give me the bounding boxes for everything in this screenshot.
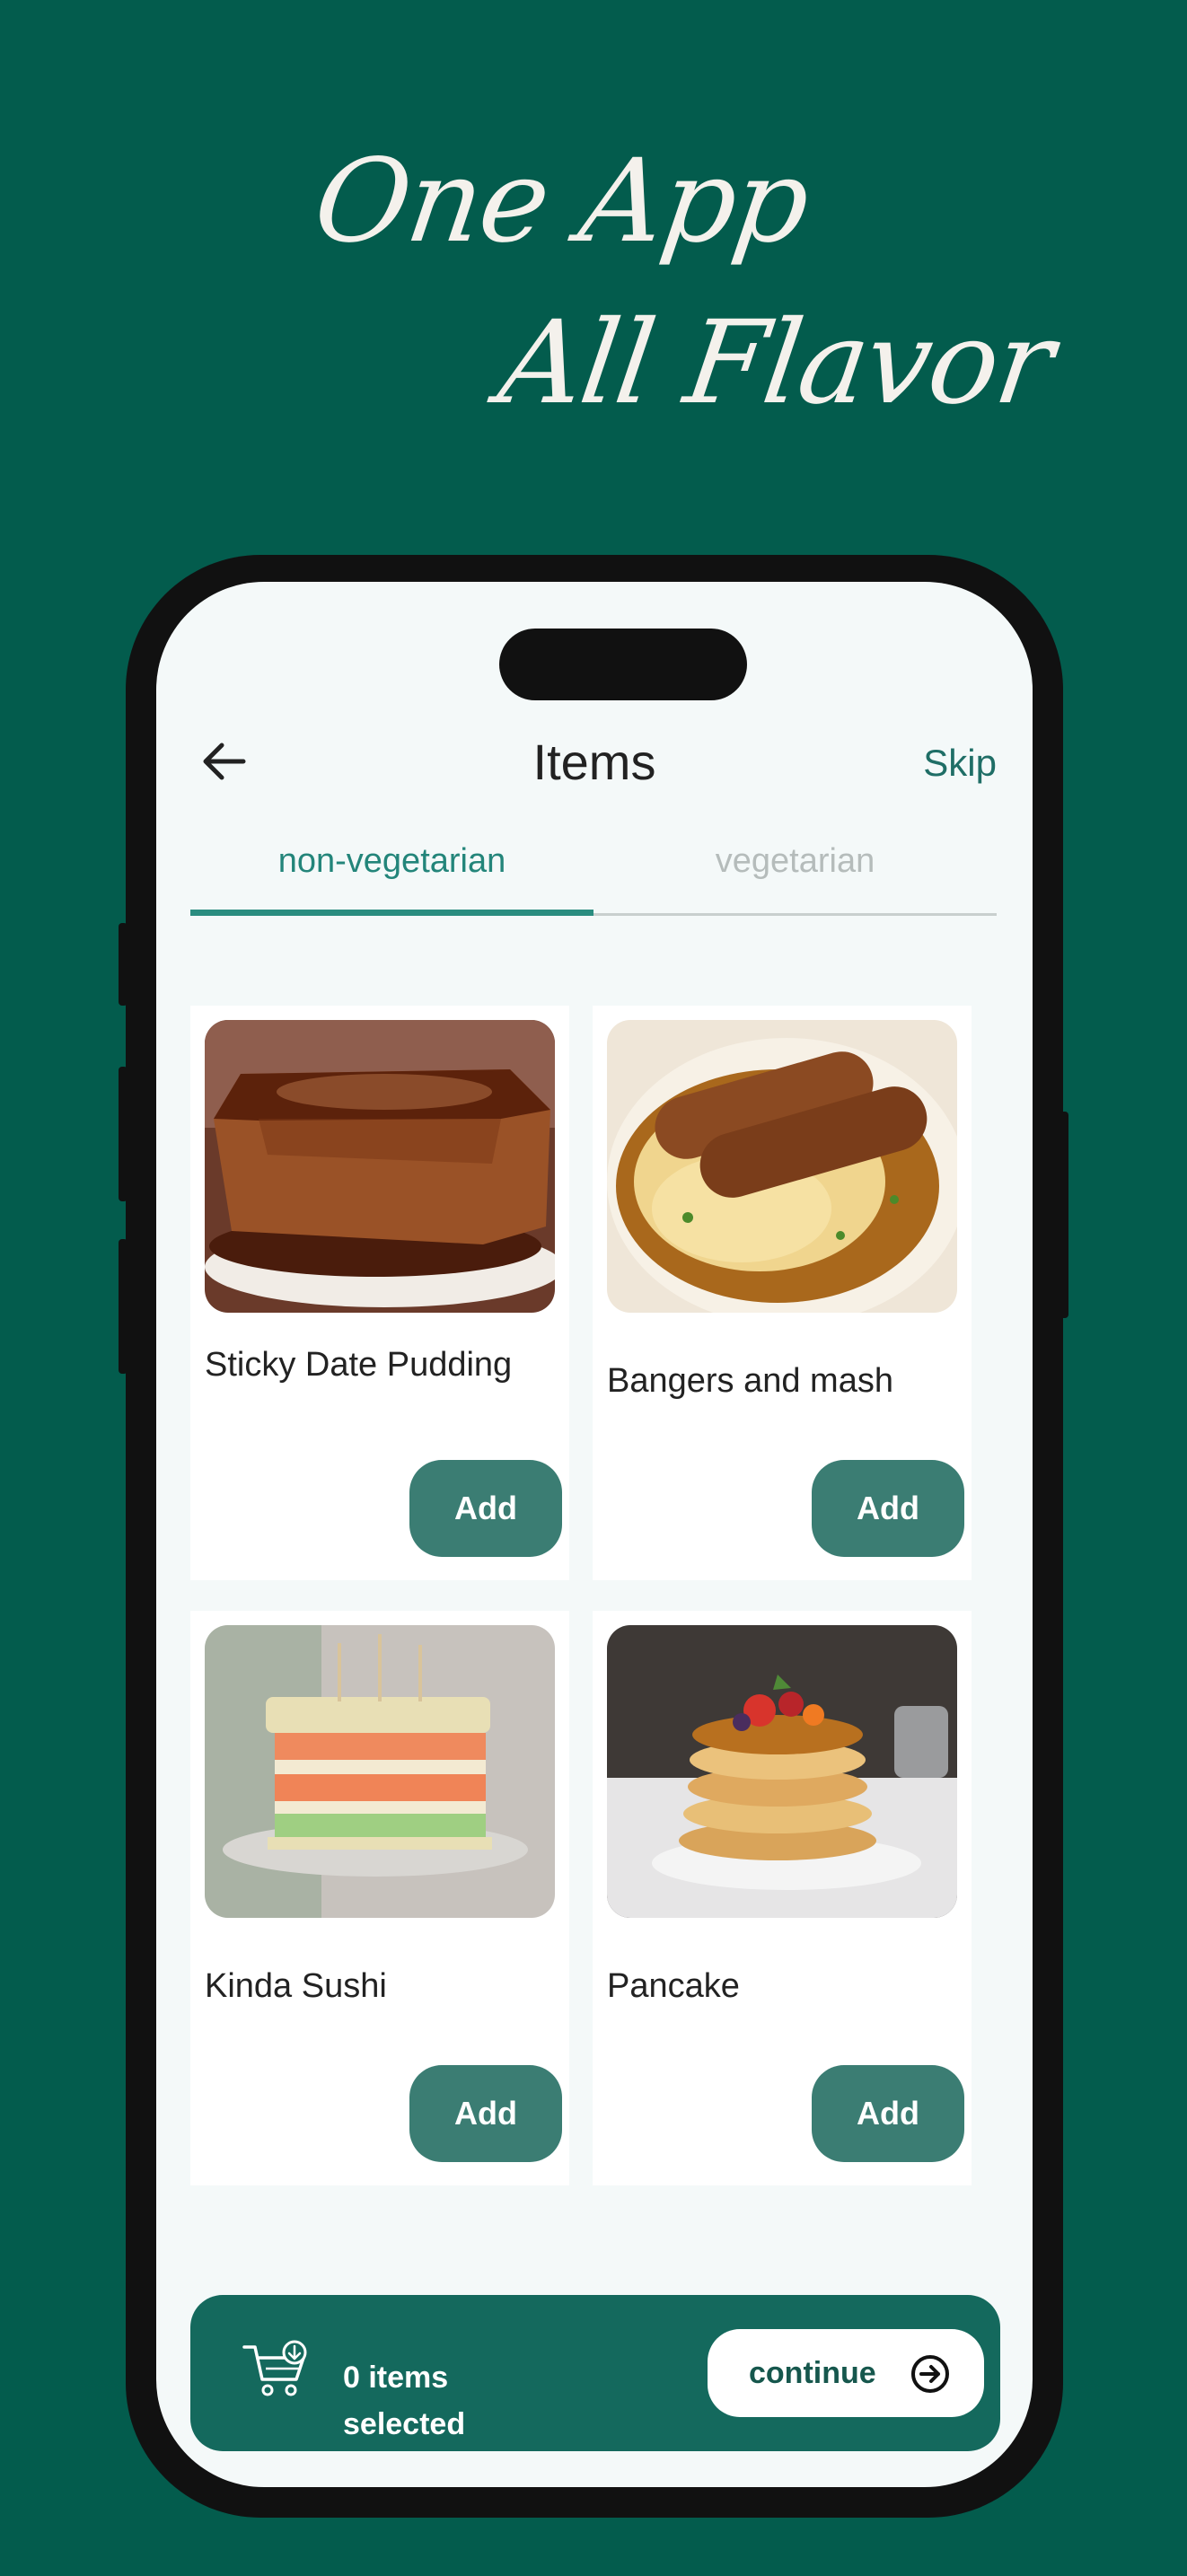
- promo-line-1: One App: [306, 135, 816, 268]
- category-tabs: non-vegetarian vegetarian: [190, 842, 997, 916]
- food-image-kinda-sushi: [205, 1625, 555, 1918]
- add-button[interactable]: Add: [812, 2065, 964, 2162]
- dynamic-island: [499, 629, 747, 700]
- food-card-pancake[interactable]: Pancake Add: [593, 1611, 972, 2185]
- tab-non-vegetarian[interactable]: non-vegetarian: [190, 842, 594, 912]
- top-bar: Items Skip: [156, 717, 1033, 806]
- tab-vegetarian[interactable]: vegetarian: [594, 842, 997, 912]
- app-screen: Items Skip non-vegetarian vegetarian Sti…: [156, 582, 1033, 2487]
- food-name: Bangers and mash: [607, 1362, 893, 1400]
- food-image-sticky-date-pudding: [205, 1020, 555, 1313]
- add-button[interactable]: Add: [409, 2065, 562, 2162]
- food-image-pancake: [607, 1625, 957, 1918]
- food-card-kinda-sushi[interactable]: Kinda Sushi Add: [190, 1611, 569, 2185]
- page-title: Items: [532, 734, 656, 790]
- food-card-sticky-date-pudding[interactable]: Sticky Date Pudding Add: [190, 1006, 569, 1580]
- tab-active-indicator: [190, 910, 594, 916]
- promo-headline: One App All Flavor: [0, 0, 1187, 503]
- add-button[interactable]: Add: [812, 1460, 964, 1557]
- food-image-bangers-and-mash: [607, 1020, 957, 1313]
- add-button[interactable]: Add: [409, 1460, 562, 1557]
- food-name: Kinda Sushi: [205, 1967, 387, 2005]
- cart-icon: [241, 2340, 314, 2399]
- phone-frame: Items Skip non-vegetarian vegetarian Sti…: [126, 555, 1063, 2518]
- cart-bar: 0 items selected continue: [190, 2295, 1000, 2451]
- skip-button[interactable]: Skip: [923, 742, 997, 785]
- food-card-bangers-and-mash[interactable]: Bangers and mash Add: [593, 1006, 972, 1580]
- food-name: Pancake: [607, 1967, 740, 2005]
- food-name: Sticky Date Pudding: [205, 1346, 513, 1384]
- promo-line-2: All Flavor: [491, 296, 1060, 430]
- arrow-right-circle-icon: [910, 2354, 950, 2394]
- cart-count-text: 0 items selected: [343, 2361, 466, 2441]
- continue-button[interactable]: continue: [708, 2329, 984, 2417]
- continue-label: continue: [749, 2355, 876, 2390]
